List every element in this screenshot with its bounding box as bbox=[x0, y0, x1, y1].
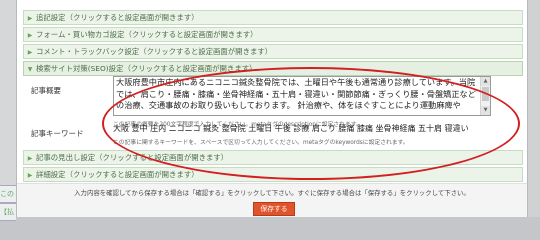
section-bar-append[interactable]: ▶ 追記設定（クリックすると設定画面が開きます） bbox=[23, 10, 523, 25]
keyword-label: 記事キーワード bbox=[31, 129, 84, 138]
footer-message: 入力内容を確認してから保存する場合は「確認する」をクリックして下さい。すぐに保存… bbox=[74, 189, 470, 197]
expand-arrow-icon: ▶ bbox=[27, 32, 33, 39]
save-button[interactable]: 保存する bbox=[253, 202, 295, 216]
background-right bbox=[526, 0, 540, 217]
expand-arrow-icon: ▶ bbox=[27, 155, 33, 162]
left-tab-1[interactable]: この bbox=[0, 185, 16, 203]
collapse-arrow-icon: ▼ bbox=[27, 66, 33, 73]
scroll-up-icon[interactable]: ▲ bbox=[481, 77, 490, 86]
background-left: この 【払 bbox=[0, 0, 16, 221]
expand-arrow-icon: ▶ bbox=[27, 172, 33, 179]
section-bar-comment-trackback[interactable]: ▶ コメント・トラックバック設定（クリックすると設定画面が開きます） bbox=[23, 44, 523, 59]
red-highlight-oval bbox=[102, 67, 520, 180]
section-bar-form-cart[interactable]: ▶ フォーム・買い物カゴ設定（クリックすると設定画面が開きます） bbox=[23, 27, 523, 42]
expand-arrow-icon: ▶ bbox=[27, 49, 33, 56]
footer-area: 入力内容を確認してから保存する場合は「確認する」をクリックして下さい。すぐに保存… bbox=[17, 183, 527, 217]
left-tab-2[interactable]: 【払 bbox=[0, 203, 16, 221]
summary-label: 記事概要 bbox=[31, 86, 61, 95]
expand-arrow-icon: ▶ bbox=[27, 15, 33, 22]
